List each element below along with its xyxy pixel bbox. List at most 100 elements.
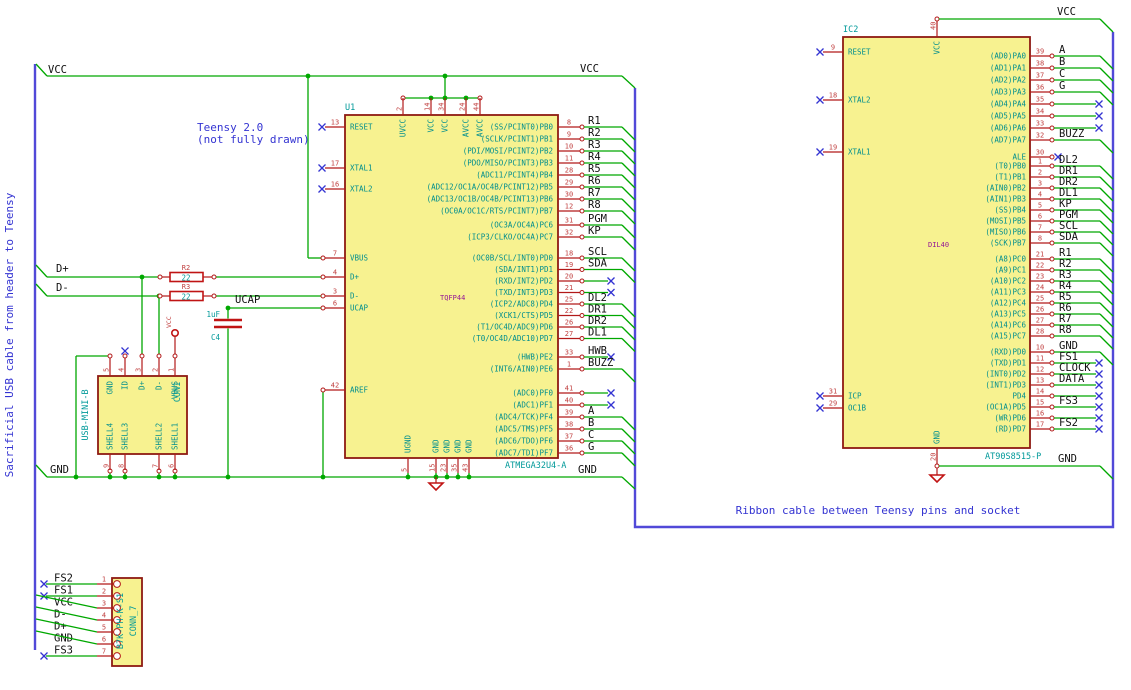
bus-entry[interactable]	[35, 464, 48, 478]
bus-entry[interactable]	[621, 428, 636, 443]
net-label[interactable]: B	[588, 417, 594, 429]
net-label[interactable]: FS3	[54, 645, 73, 657]
bus-entry[interactable]	[621, 326, 636, 341]
net-label[interactable]: SCL	[588, 246, 607, 258]
bus-entry[interactable]	[1099, 324, 1114, 339]
bus-entry[interactable]	[1099, 351, 1114, 366]
sacrificial-note[interactable]: Sacrificial USB cable from header to Tee…	[3, 192, 16, 477]
net-label[interactable]: B	[1059, 56, 1065, 68]
net-label[interactable]: FS2	[1059, 417, 1078, 429]
dplus-label[interactable]: D+	[56, 263, 69, 275]
bus-entry[interactable]	[1099, 242, 1114, 257]
net-label[interactable]: G	[1059, 80, 1065, 92]
bus-entry[interactable]	[1099, 220, 1114, 235]
bus-entry[interactable]	[621, 162, 636, 177]
net-label[interactable]: D+	[54, 621, 67, 633]
ic2-ref[interactable]: IC2	[843, 25, 858, 35]
bus-entry[interactable]	[1099, 269, 1114, 284]
bus-entry[interactable]	[621, 198, 636, 213]
ic2-footprint[interactable]: DIL40	[928, 241, 949, 249]
net-label[interactable]: D-	[54, 609, 67, 621]
r2-ref[interactable]: R2	[182, 264, 190, 272]
bus-entry[interactable]	[35, 264, 48, 278]
bus-entry[interactable]	[1099, 335, 1114, 350]
net-label[interactable]: R6	[588, 175, 601, 187]
c4-ref[interactable]: C4	[211, 333, 221, 342]
vcc-label[interactable]: VCC	[1057, 6, 1076, 18]
net-label[interactable]: G	[588, 441, 594, 453]
bus-entry[interactable]	[621, 126, 636, 141]
net-label[interactable]: FS1	[54, 585, 73, 597]
ic2-value[interactable]: AT90S8515-P	[985, 452, 1041, 462]
net-label[interactable]: DR1	[588, 304, 607, 316]
bus-entry[interactable]	[621, 257, 636, 272]
bus-entry[interactable]	[621, 476, 636, 490]
u1-ref[interactable]: U1	[345, 103, 355, 113]
bus-entry[interactable]	[1099, 55, 1114, 70]
conn7-value[interactable]: CONN_7	[129, 606, 139, 637]
net-label[interactable]: A	[1059, 44, 1066, 56]
net-label[interactable]: R4	[588, 151, 601, 163]
bus-entry[interactable]	[1099, 139, 1114, 154]
r3-value[interactable]: 22	[181, 293, 190, 302]
conn7-part[interactable]: B7K-PH-K-S1	[116, 593, 126, 649]
bus-entry[interactable]	[1099, 165, 1114, 180]
bus-entry[interactable]	[621, 269, 636, 283]
net-label[interactable]: R3	[588, 139, 601, 151]
net-label[interactable]: PGM	[588, 213, 607, 225]
bus-entry[interactable]	[1099, 291, 1114, 306]
gnd-label[interactable]: GND	[50, 464, 69, 476]
net-label[interactable]: DR2	[588, 315, 607, 327]
net-label[interactable]: SDA	[588, 258, 608, 270]
bus-entry[interactable]	[1099, 18, 1114, 33]
u1-value[interactable]: ATMEGA32U4-A	[505, 461, 566, 471]
gnd-label[interactable]: GND	[1058, 453, 1077, 465]
net-label[interactable]: BUZZ	[588, 357, 613, 369]
bus-entry[interactable]	[621, 315, 636, 329]
net-label[interactable]: BUZZ	[1059, 128, 1084, 140]
net-label[interactable]: R8	[588, 199, 601, 211]
bus-entry[interactable]	[35, 63, 48, 77]
con1-value[interactable]: USB-MINI-B	[81, 389, 91, 440]
bus-entry[interactable]	[621, 150, 636, 165]
bus-entry[interactable]	[1099, 176, 1114, 191]
ucap-label[interactable]: UCAP	[235, 294, 260, 306]
bus-entry[interactable]	[1099, 91, 1114, 106]
bus-entry[interactable]	[621, 338, 636, 352]
bus-entry[interactable]	[1099, 313, 1114, 328]
schematic-canvas[interactable]: 8 (SS/PCINT0)PB0 R1 9 (SCLK/PCINT1)PB1 R2 10 (P…	[0, 0, 1131, 690]
bus-entry[interactable]	[621, 186, 636, 201]
bus-entry[interactable]	[621, 75, 636, 89]
bus-entry[interactable]	[35, 283, 48, 297]
bus-entry[interactable]	[621, 440, 636, 455]
net-label[interactable]: C	[1059, 68, 1065, 80]
vcc-label[interactable]: VCC	[48, 64, 67, 76]
net-label[interactable]: R8	[1059, 324, 1072, 336]
net-label[interactable]: HWB	[588, 345, 607, 357]
bus-entry[interactable]	[621, 368, 636, 383]
bus-entry[interactable]	[1099, 258, 1114, 273]
bus-entry[interactable]	[621, 174, 636, 189]
dminus-label[interactable]: D-	[56, 282, 69, 294]
r2-value[interactable]: 22	[181, 274, 190, 283]
net-label[interactable]: R1	[588, 115, 601, 127]
bus-entry[interactable]	[621, 303, 636, 318]
bus-entry[interactable]	[1099, 209, 1114, 224]
r3-ref[interactable]: R3	[182, 283, 190, 291]
bus-entry[interactable]	[1099, 302, 1114, 317]
bus-entry[interactable]	[1099, 79, 1114, 94]
bus-entry[interactable]	[1099, 67, 1114, 82]
net-label[interactable]: DL1	[588, 327, 607, 339]
net-label[interactable]: A	[588, 405, 595, 417]
net-label[interactable]: R2	[588, 127, 601, 139]
net-label[interactable]: R5	[588, 163, 601, 175]
vcc-power-text[interactable]: VCC	[165, 316, 173, 328]
net-label[interactable]: FS3	[1059, 395, 1078, 407]
net-label[interactable]: FS2	[54, 573, 73, 585]
ribbon-note[interactable]: Ribbon cable between Teensy pins and soc…	[736, 504, 1021, 517]
bus-entry[interactable]	[1099, 465, 1114, 480]
net-label[interactable]: SDA	[1059, 231, 1079, 243]
net-label[interactable]: DATA	[1059, 373, 1085, 385]
bus-entry[interactable]	[1099, 198, 1114, 213]
net-label[interactable]: R7	[588, 187, 601, 199]
